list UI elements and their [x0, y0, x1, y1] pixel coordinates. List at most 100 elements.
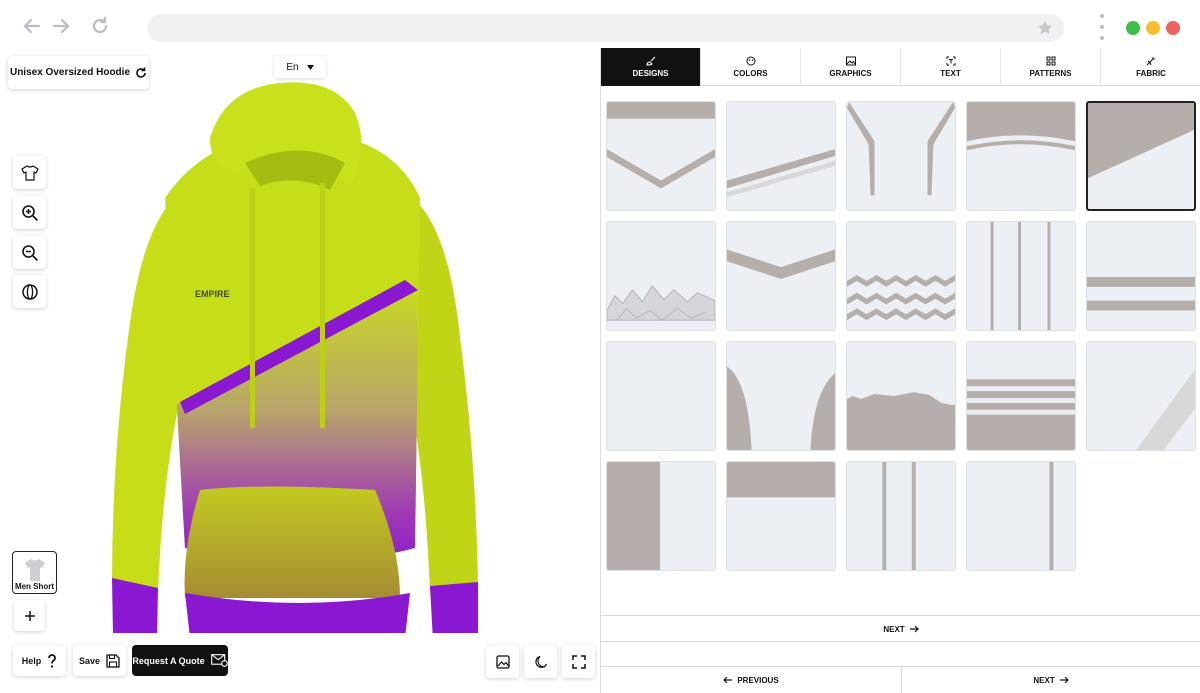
tab-label: TEXT	[940, 69, 961, 78]
hoodie-logo: EMPIRE	[195, 289, 230, 299]
tab-label: COLORS	[733, 69, 768, 78]
plus-icon	[24, 610, 35, 621]
design-preview	[607, 102, 715, 189]
design-preview	[607, 342, 715, 450]
needle-icon	[1146, 57, 1155, 66]
request-quote-button[interactable]: Request A Quote	[132, 645, 228, 676]
design-tile[interactable]	[966, 221, 1076, 331]
mail-icon	[210, 654, 228, 667]
maximize-dot[interactable]	[1126, 21, 1140, 35]
image-icon	[495, 654, 510, 669]
save-label: Save	[78, 655, 101, 666]
design-preview	[1087, 276, 1195, 311]
tab-label: DESIGNS	[632, 69, 669, 78]
tab-colors[interactable]: COLORS	[701, 48, 801, 86]
design-tile[interactable]	[726, 461, 836, 571]
next-page-button[interactable]: NEXT	[601, 617, 1200, 641]
minimize-dot[interactable]	[1146, 21, 1160, 35]
tab-graphics[interactable]: GRAPHICS	[801, 48, 901, 86]
quote-label: Request A Quote	[132, 655, 205, 666]
star-icon[interactable]	[1036, 19, 1054, 37]
tab-label: PATTERNS	[1029, 69, 1072, 78]
back-button[interactable]	[20, 14, 44, 38]
design-tile[interactable]	[606, 341, 716, 451]
design-preview	[882, 462, 916, 570]
zoom-in-button[interactable]	[13, 196, 46, 229]
zoom-out-button[interactable]	[13, 236, 46, 269]
arrow-left-icon	[723, 676, 733, 684]
design-tile[interactable]	[966, 341, 1076, 451]
previous-button[interactable]: PREVIOUS	[601, 667, 901, 693]
design-tile[interactable]	[1086, 341, 1196, 451]
design-preview	[1088, 103, 1194, 179]
rotate-button[interactable]	[13, 275, 46, 308]
design-preview	[607, 462, 661, 570]
add-variant-button[interactable]	[14, 600, 45, 631]
help-button[interactable]: Help	[13, 645, 66, 676]
design-preview	[1136, 369, 1195, 450]
design-tile[interactable]	[966, 101, 1076, 211]
design-tile[interactable]	[846, 341, 956, 451]
fullscreen-button[interactable]	[562, 645, 595, 678]
design-tile[interactable]	[726, 221, 836, 331]
background-button[interactable]	[486, 645, 519, 678]
hoodie-model[interactable]: EMPIRE	[100, 78, 490, 633]
forward-button[interactable]	[49, 14, 73, 38]
tab-fabric[interactable]: FABRIC	[1101, 48, 1200, 86]
floppy-icon	[106, 653, 120, 668]
tab-designs[interactable]: DESIGNS	[601, 48, 701, 86]
browser-toolbar	[0, 0, 1200, 48]
design-tile[interactable]	[606, 101, 716, 211]
palette-icon	[746, 56, 755, 66]
product-label: Unisex Oversized Hoodie	[9, 67, 131, 78]
tab-label: FABRIC	[1136, 69, 1166, 78]
next-button[interactable]: NEXT	[901, 667, 1200, 693]
design-tile[interactable]	[726, 341, 836, 451]
design-preview	[967, 379, 1075, 450]
design-tile[interactable]	[966, 461, 1076, 571]
design-tile[interactable]	[846, 461, 956, 571]
tab-text[interactable]: TEXT	[901, 48, 1001, 86]
design-preview	[1049, 462, 1054, 570]
design-tile[interactable]	[606, 221, 716, 331]
brush-icon	[645, 56, 655, 66]
fullscreen-icon	[571, 654, 586, 669]
image-icon	[845, 56, 856, 66]
moon-icon	[534, 655, 547, 668]
menu-icon[interactable]	[1096, 14, 1108, 40]
chevron-down-icon	[306, 64, 314, 70]
next-bottom-label: NEXT	[1033, 675, 1055, 685]
reload-icon	[92, 16, 108, 34]
design-tile[interactable]	[846, 221, 956, 331]
dark-mode-button[interactable]	[524, 645, 557, 678]
address-bar[interactable]	[147, 14, 1064, 42]
question-icon	[48, 653, 57, 668]
design-preview	[727, 249, 835, 279]
design-preview	[990, 222, 1051, 330]
text-icon	[946, 56, 955, 66]
design-preview	[847, 392, 955, 450]
save-button[interactable]: Save	[73, 645, 126, 676]
shirt-view-button[interactable]	[13, 156, 46, 189]
grid-icon	[1046, 56, 1055, 66]
customizer-panel: DESIGNS COLORS GRAPHICS TEXT PATTERNS FA…	[600, 48, 1200, 693]
previous-label: PREVIOUS	[737, 675, 779, 685]
design-tile[interactable]	[606, 461, 716, 571]
variant-thumbnail[interactable]: Men Short	[12, 551, 57, 594]
tab-patterns[interactable]: PATTERNS	[1001, 48, 1101, 86]
close-dot[interactable]	[1166, 21, 1180, 35]
design-preview	[847, 275, 955, 321]
language-dropdown[interactable]: En	[274, 56, 326, 78]
arrow-right-icon	[52, 18, 70, 34]
arrow-right-icon	[1059, 676, 1069, 684]
next-label: NEXT	[883, 624, 905, 634]
design-tile[interactable]	[1086, 221, 1196, 331]
design-tile-selected[interactable]	[1086, 101, 1196, 211]
design-preview	[727, 149, 835, 198]
rotate-icon	[21, 283, 38, 300]
design-preview	[967, 102, 1075, 151]
reload-button[interactable]	[88, 14, 112, 38]
design-tile[interactable]	[726, 101, 836, 211]
zoom-out-icon	[21, 244, 38, 261]
design-tile[interactable]	[846, 101, 956, 211]
